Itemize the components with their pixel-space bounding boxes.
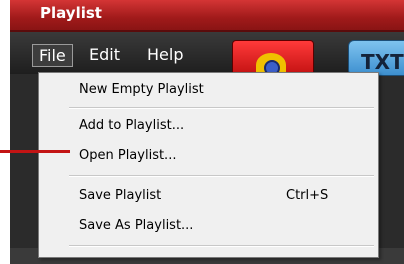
menu-item-label: New Empty Playlist xyxy=(79,82,204,97)
menu-separator xyxy=(69,175,374,177)
menu-item-label: Open Playlist... xyxy=(79,148,177,163)
menu-item-open-playlist[interactable]: Open Playlist... xyxy=(39,145,378,167)
menu-help[interactable]: Help xyxy=(141,44,189,65)
media-toolbar-button[interactable] xyxy=(232,40,314,77)
menu-item-save-as-playlist[interactable]: Save As Playlist... xyxy=(39,215,378,237)
menu-bar: File Edit Help xyxy=(10,32,404,74)
menu-item-label: Save As Playlist... xyxy=(79,218,194,233)
txt-button[interactable]: TXT xyxy=(348,40,404,76)
menu-item-label: Save Playlist xyxy=(79,188,162,203)
callout-pointer-line xyxy=(0,150,70,153)
menu-edit[interactable]: Edit xyxy=(83,44,126,65)
file-menu-dropdown: New Empty Playlist Add to Playlist... Op… xyxy=(38,72,379,258)
menu-item-shortcut: Ctrl+S xyxy=(286,188,329,203)
txt-label: TXT xyxy=(361,50,404,74)
menu-item-new-empty-playlist[interactable]: New Empty Playlist xyxy=(39,79,378,101)
menu-file[interactable]: File xyxy=(32,44,73,67)
menu-item-label: Add to Playlist... xyxy=(79,118,185,133)
menu-item-add-to-playlist[interactable]: Add to Playlist... xyxy=(39,115,378,137)
menu-separator xyxy=(69,245,374,247)
window-title: Playlist xyxy=(40,4,102,22)
menu-separator xyxy=(69,107,374,109)
title-bar: Playlist xyxy=(10,0,404,32)
menu-item-save-playlist[interactable]: Save Playlist Ctrl+S xyxy=(39,185,378,207)
